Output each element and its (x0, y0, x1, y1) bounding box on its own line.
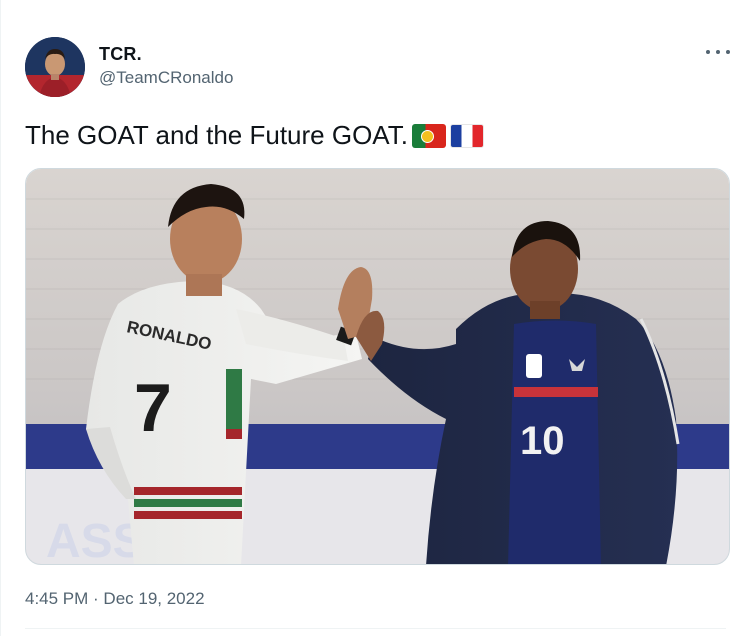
tweet-text-content: The GOAT and the Future GOAT. (25, 120, 408, 150)
avatar-photo (25, 37, 85, 97)
author-avatar[interactable] (25, 37, 85, 97)
photo-two-players-high-five: ASS ade RONALDO 7 (26, 169, 729, 565)
more-horizontal-icon (716, 50, 720, 54)
tweet-card: TCR. @TeamCRonaldo The GOAT and the Futu… (0, 0, 750, 636)
divider (25, 628, 726, 629)
tweet-photo[interactable]: ASS ade RONALDO 7 (25, 168, 730, 565)
tweet-timestamp[interactable]: 4:45 PM · Dec 19, 2022 (25, 589, 205, 609)
flag-france-icon (449, 124, 484, 148)
jersey-number-right: 10 (520, 419, 565, 463)
flag-portugal-icon (411, 124, 446, 148)
author-handle[interactable]: @TeamCRonaldo (99, 68, 233, 88)
tweet-text: The GOAT and the Future GOAT. (25, 118, 484, 152)
author-display-name[interactable]: TCR. (99, 44, 142, 65)
more-horizontal-icon (706, 50, 710, 54)
jersey-number-left: 7 (134, 370, 172, 446)
more-options-button[interactable] (706, 42, 730, 62)
more-horizontal-icon (726, 50, 730, 54)
svg-text:ASS: ASS (46, 515, 145, 565)
